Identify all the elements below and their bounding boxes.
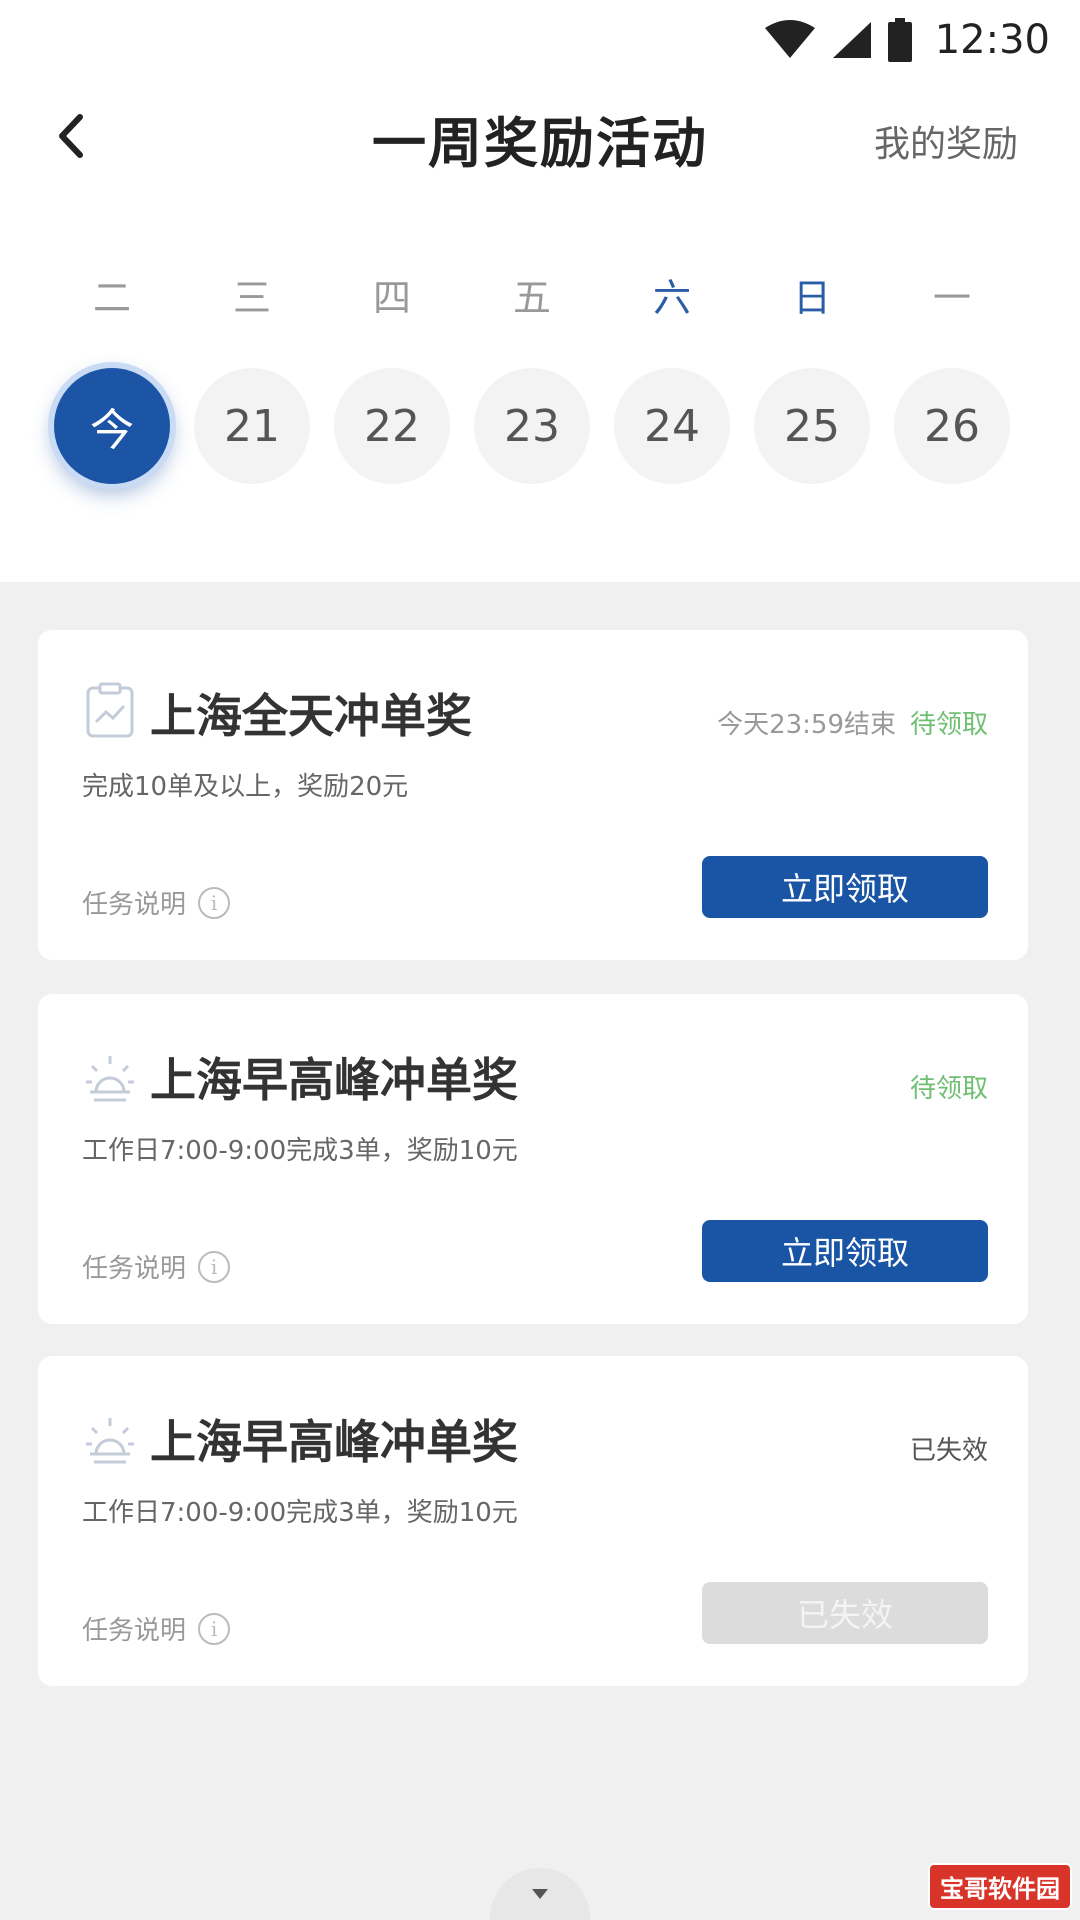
reward-card: 上海全天冲单奖 今天23:59结束 待领取 完成10单及以上，奖励20元 任务说…: [38, 630, 1028, 960]
status-icons: 12:30: [763, 14, 1050, 66]
card-title: 上海早高峰冲单奖: [150, 1053, 518, 1107]
task-info-label: 任务说明: [82, 1616, 187, 1646]
task-info-link[interactable]: 任务说明 i: [82, 1248, 231, 1285]
scroll-handle[interactable]: [490, 1868, 590, 1920]
status-badge: 待领取: [909, 1074, 988, 1104]
task-info-link[interactable]: 任务说明 i: [82, 1610, 231, 1647]
weekday-label: 三: [232, 276, 271, 320]
task-info-link[interactable]: 任务说明 i: [82, 884, 231, 921]
clipboard-chart-icon: [86, 682, 134, 738]
watermark-logo: 宝哥软件园: [928, 1863, 1072, 1910]
claim-button[interactable]: 立即领取: [702, 856, 988, 918]
my-rewards-link[interactable]: 我的奖励: [874, 106, 1018, 176]
weekday-label: 日: [792, 276, 831, 320]
date-item[interactable]: 22: [334, 368, 450, 484]
weekday-label: 六: [652, 276, 691, 320]
info-icon: i: [198, 1612, 231, 1645]
status-time: 12:30: [934, 17, 1050, 63]
task-info-label: 任务说明: [82, 1254, 187, 1284]
sunrise-icon: [86, 1056, 134, 1102]
date-item[interactable]: 21: [194, 368, 310, 484]
weekday-label: 五: [512, 276, 551, 320]
date-item[interactable]: 26: [894, 368, 1010, 484]
reward-card: 上海早高峰冲单奖 已失效 工作日7:00-9:00完成3单，奖励10元 任务说明…: [38, 1356, 1028, 1686]
card-description: 工作日7:00-9:00完成3单，奖励10元: [82, 1498, 518, 1528]
card-title: 上海全天冲单奖: [150, 689, 472, 743]
card-description: 工作日7:00-9:00完成3单，奖励10元: [82, 1136, 518, 1166]
card-deadline: 今天23:59结束: [717, 710, 896, 740]
date-today[interactable]: 今: [54, 368, 170, 484]
back-button[interactable]: [40, 96, 100, 176]
reward-card: 上海早高峰冲单奖 待领取 工作日7:00-9:00完成3单，奖励10元 任务说明…: [38, 994, 1028, 1324]
signal-icon: [832, 22, 871, 58]
info-icon: i: [198, 886, 231, 919]
date-item[interactable]: 23: [474, 368, 590, 484]
status-badge: 待领取: [909, 710, 988, 740]
nav-bar: 一周奖励活动 我的奖励: [0, 78, 1080, 198]
date-row: 今 21 22 23 24 25 26: [0, 368, 1080, 484]
wifi-icon: [764, 20, 815, 58]
sunrise-icon: [86, 1418, 134, 1464]
expired-button: 已失效: [702, 1582, 988, 1644]
battery-icon: [887, 18, 912, 62]
caret-down-icon: [532, 1889, 548, 1899]
weekday-row: 二 三 四 五 六 日 一: [0, 268, 1080, 328]
chevron-left-icon: [59, 114, 83, 158]
date-item[interactable]: 24: [614, 368, 730, 484]
weekday-label: 一: [932, 276, 971, 320]
weekday-label: 二: [92, 276, 131, 320]
info-icon: i: [198, 1250, 231, 1283]
status-badge: 已失效: [909, 1436, 988, 1466]
task-info-label: 任务说明: [82, 890, 187, 920]
weekday-label: 四: [372, 276, 411, 320]
card-title: 上海早高峰冲单奖: [150, 1415, 518, 1469]
date-item[interactable]: 25: [754, 368, 870, 484]
claim-button[interactable]: 立即领取: [702, 1220, 988, 1282]
card-description: 完成10单及以上，奖励20元: [82, 772, 409, 802]
status-bar: 12:30: [0, 0, 1080, 78]
